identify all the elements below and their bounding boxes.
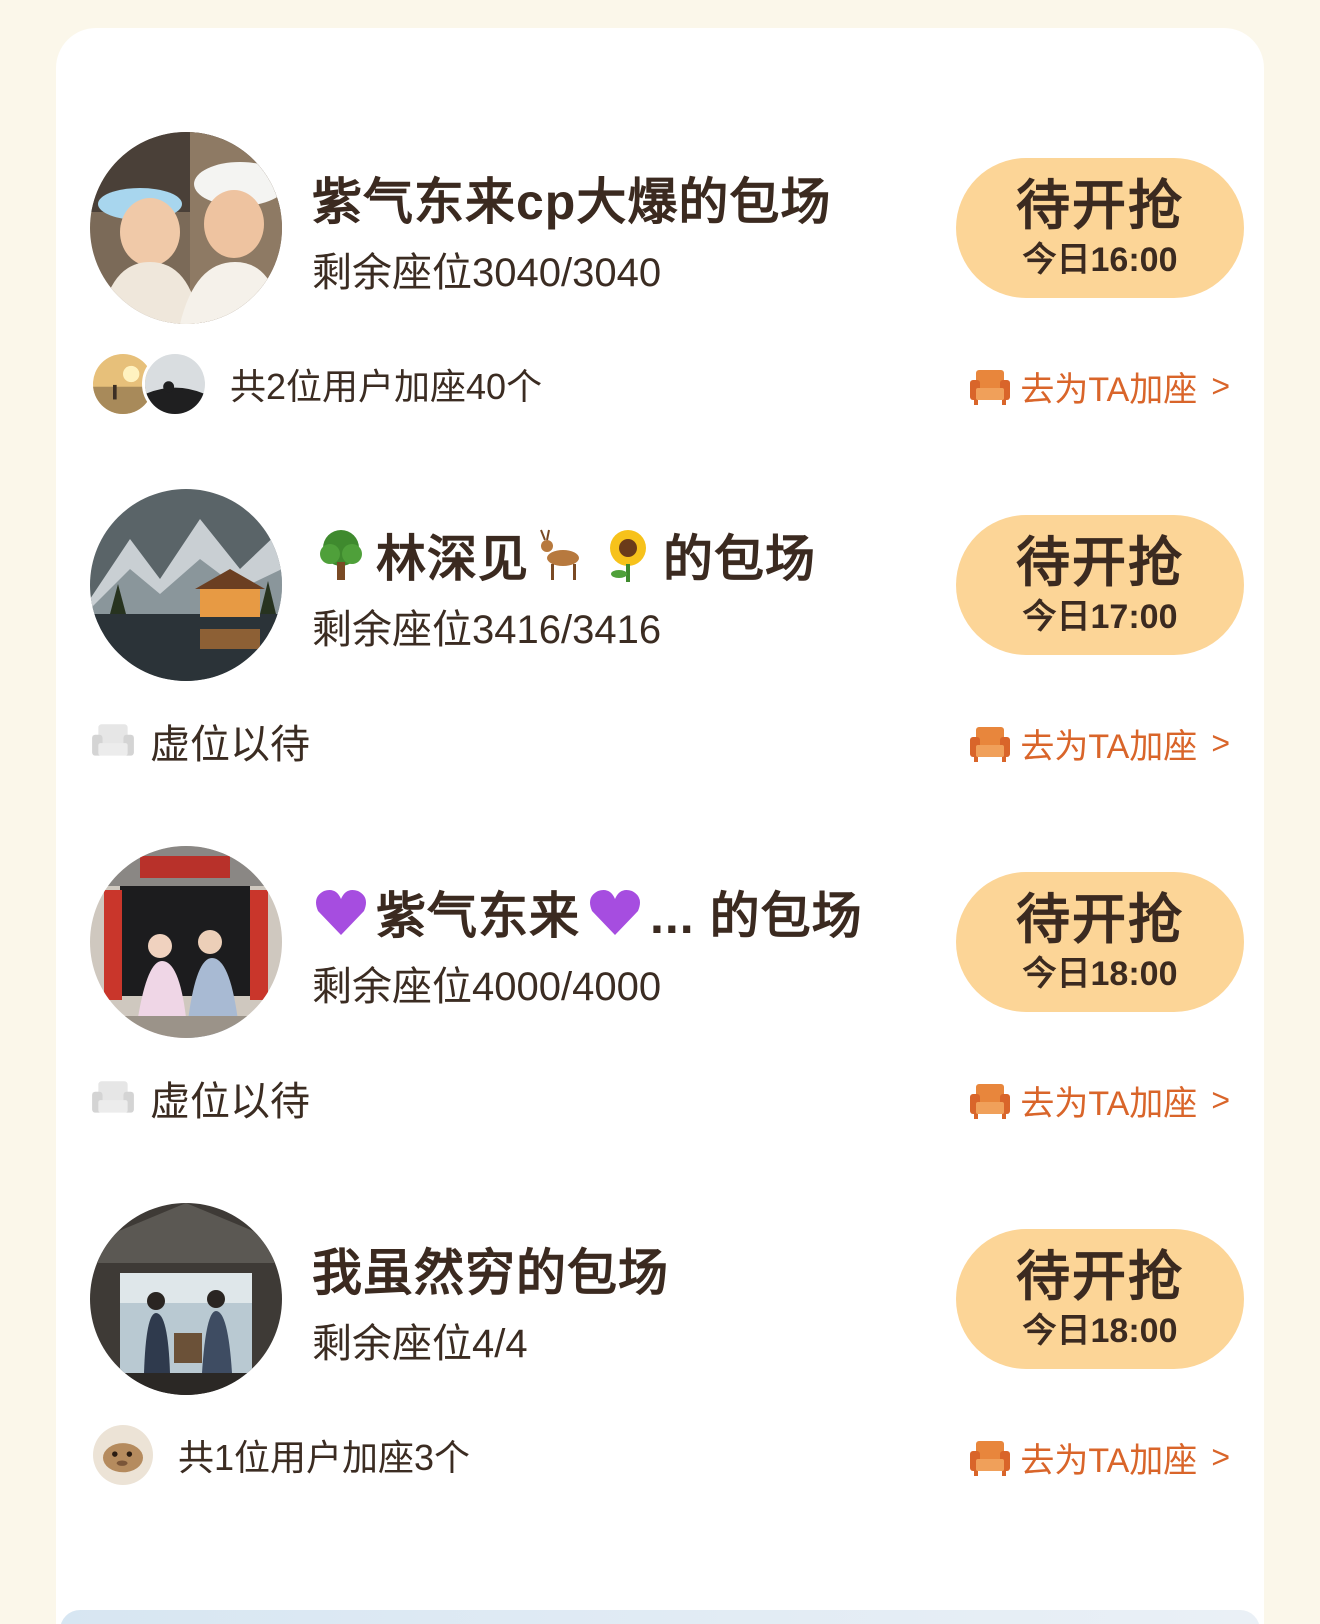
status-label: 待开抢	[1016, 533, 1184, 593]
empty-seat-text: 虚位以待	[150, 1080, 310, 1124]
status-label: 待开抢	[1016, 1247, 1184, 1307]
event-title: 我虽然穷的包场	[312, 1245, 669, 1301]
add-seat-label: 去为TA加座	[1020, 1084, 1198, 1123]
status-label: 待开抢	[1016, 890, 1184, 950]
add-seat-label: 去为TA加座	[1020, 370, 1198, 409]
empty-seat-icon	[92, 1081, 134, 1113]
deer-emoji-icon	[535, 526, 593, 584]
event-title-text: 林深见	[376, 531, 529, 587]
empty-seat-icon	[92, 724, 134, 756]
remaining-seats: 剩余座位3040/3040	[312, 251, 662, 295]
event-title-suffix: ... 的包场	[650, 888, 863, 944]
add-seat-label: 去为TA加座	[1020, 1441, 1198, 1480]
entry-footer: 虚位以待 去为TA加座 >	[90, 705, 1230, 777]
entry-footer: 共1位用户加座3个 去为TA加座 >	[90, 1419, 1230, 1491]
chevron-right-icon: >	[1211, 1081, 1230, 1118]
sofa-icon	[970, 1441, 1011, 1476]
add-seat-link[interactable]: 去为TA加座 >	[968, 1072, 1230, 1128]
participant-avatar[interactable]	[142, 351, 208, 417]
status-button[interactable]: 待开抢 今日16:00	[956, 158, 1244, 298]
chevron-right-icon: >	[1211, 724, 1230, 761]
add-seat-link[interactable]: 去为TA加座 >	[968, 358, 1230, 414]
status-button[interactable]: 待开抢 今日18:00	[956, 872, 1244, 1012]
event-title: 紫气东来cp大爆的包场	[312, 174, 832, 230]
add-seat-link[interactable]: 去为TA加座 >	[968, 1429, 1230, 1485]
entry-footer: 虚位以待 去为TA加座 >	[90, 1062, 1230, 1134]
tree-emoji-icon	[312, 526, 370, 584]
seat-added-count: 共2位用户加座40个	[230, 366, 543, 407]
remaining-seats: 剩余座位4000/4000	[312, 965, 662, 1009]
purple-heart-emoji-icon	[312, 883, 370, 941]
participants-info: 共2位用户加座40个	[90, 348, 542, 420]
event-list-card: 紫气东来cp大爆的包场 剩余座位3040/3040 待开抢 今日16:00 共2…	[56, 28, 1264, 1624]
event-title: 林深见 的包场	[312, 519, 816, 591]
event-title-suffix: 的包场	[663, 531, 816, 587]
host-avatar[interactable]	[90, 1203, 282, 1395]
remaining-seats: 剩余座位4/4	[312, 1322, 528, 1366]
participant-avatar[interactable]	[90, 1422, 156, 1488]
participant-avatars	[90, 351, 208, 417]
sunflower-emoji-icon	[599, 526, 657, 584]
start-time: 今日17:00	[1022, 598, 1178, 636]
next-card-edge	[60, 1610, 1260, 1624]
status-button[interactable]: 待开抢 今日17:00	[956, 515, 1244, 655]
participants-info: 共1位用户加座3个	[90, 1419, 470, 1491]
host-avatar[interactable]	[90, 846, 282, 1038]
chevron-right-icon: >	[1211, 1438, 1230, 1475]
seat-added-count: 共1位用户加座3个	[178, 1437, 471, 1478]
event-title: 紫气东来 ... 的包场	[312, 876, 863, 948]
start-time: 今日18:00	[1022, 955, 1178, 993]
empty-seat-text: 虚位以待	[150, 723, 310, 767]
host-avatar[interactable]	[90, 132, 282, 324]
status-label: 待开抢	[1016, 176, 1184, 236]
event-title-text: 紫气东来	[376, 888, 580, 944]
chevron-right-icon: >	[1211, 367, 1230, 404]
add-seat-label: 去为TA加座	[1020, 727, 1198, 766]
start-time: 今日18:00	[1022, 1312, 1178, 1350]
entry-footer: 共2位用户加座40个 去为TA加座 >	[90, 348, 1230, 420]
add-seat-link[interactable]: 去为TA加座 >	[968, 715, 1230, 771]
participants-info: 虚位以待	[90, 1062, 310, 1134]
start-time: 今日16:00	[1022, 241, 1178, 279]
participant-avatars	[90, 1422, 156, 1488]
sofa-icon	[970, 727, 1011, 762]
remaining-seats: 剩余座位3416/3416	[312, 608, 662, 652]
status-button[interactable]: 待开抢 今日18:00	[956, 1229, 1244, 1369]
host-avatar[interactable]	[90, 489, 282, 681]
sofa-icon	[970, 370, 1011, 405]
sofa-icon	[970, 1084, 1011, 1119]
purple-heart-emoji-icon	[586, 883, 644, 941]
participants-info: 虚位以待	[90, 705, 310, 777]
